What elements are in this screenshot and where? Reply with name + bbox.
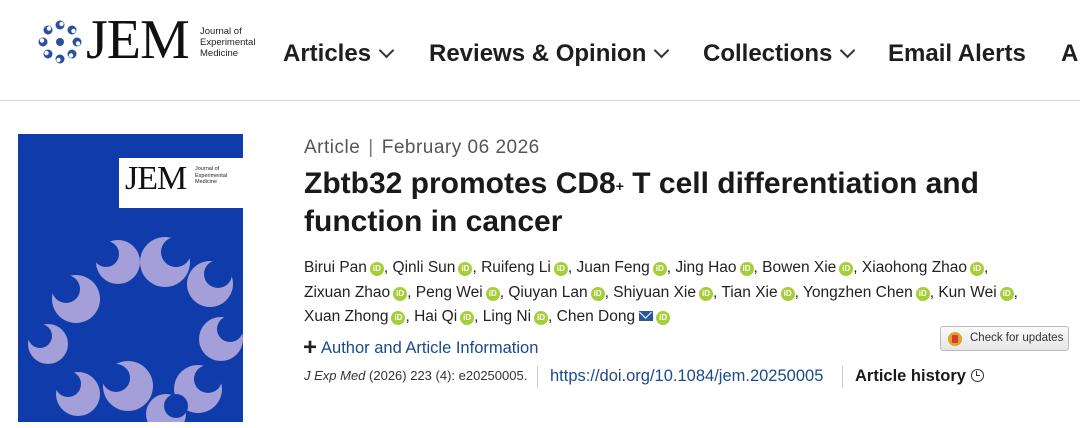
nav-reviews-opinion[interactable]: Reviews & Opinion <box>429 40 670 68</box>
plus-icon: + <box>303 334 318 361</box>
author-name[interactable]: Ruifeng Li iD <box>481 259 568 276</box>
author-name[interactable]: Peng Wei iD <box>416 284 500 301</box>
jem-logo[interactable]: JEM Journal of Experimental Medicine <box>38 9 268 74</box>
orcid-icon[interactable]: iD <box>698 286 713 301</box>
orcid-icon[interactable]: iD <box>485 286 500 301</box>
author-name[interactable]: Birui Pan iD <box>304 259 384 276</box>
author-article-info-toggle[interactable]: + Author and Article Information <box>303 332 538 361</box>
chevron-down-icon <box>840 42 856 59</box>
article-history-button[interactable]: Article history <box>855 367 966 386</box>
check-for-updates-button[interactable]: Check for updates <box>940 326 1069 351</box>
author-name[interactable]: Bowen Xie iD <box>762 259 854 276</box>
divider <box>842 366 843 388</box>
article-title: Zbtb32 promotes CD8+ T cell differentiat… <box>304 167 979 238</box>
author-name[interactable]: Kun Wei iD <box>938 284 1014 301</box>
author-list: Birui Pan iD, Qinli Sun iD, Ruifeng Li iD, … <box>304 259 1018 325</box>
orcid-icon[interactable]: iD <box>458 262 473 276</box>
author-name[interactable]: Yongzhen Chen iD <box>803 284 930 301</box>
history-clock-icon <box>971 369 984 382</box>
orcid-icon[interactable]: iD <box>739 262 754 276</box>
chevron-down-icon <box>654 42 670 59</box>
logo-wordmark: JEM <box>86 9 190 71</box>
nav-more[interactable]: A <box>1061 40 1078 68</box>
orcid-icon[interactable]: iD <box>391 311 406 325</box>
jem-logo-mark-icon <box>38 20 82 64</box>
email-icon[interactable] <box>639 311 654 321</box>
orcid-icon[interactable]: iD <box>839 262 854 276</box>
orcid-icon[interactable]: iD <box>369 262 384 276</box>
author-name[interactable]: Xiaohong Zhao iD <box>862 259 985 276</box>
orcid-icon[interactable]: iD <box>553 262 568 276</box>
publication-date: February 06 2026 <box>381 137 540 158</box>
orcid-icon[interactable]: iD <box>393 286 408 301</box>
orcid-icon[interactable]: iD <box>970 262 985 276</box>
chevron-down-icon <box>378 42 395 59</box>
meta-separator: | <box>368 137 374 158</box>
article-meta: Article | February 06 2026 <box>304 137 540 159</box>
cover-logo-box: JEM Journal of Experimental Medicine <box>119 158 243 208</box>
orcid-icon[interactable]: iD <box>534 311 549 325</box>
orcid-icon[interactable]: iD <box>460 311 475 325</box>
author-name[interactable]: Tian Xie iD <box>721 284 795 301</box>
orcid-icon[interactable]: iD <box>656 311 671 325</box>
nav-email-alerts[interactable]: Email Alerts <box>888 40 1026 68</box>
author-name[interactable]: Xuan Zhong iD <box>304 308 406 325</box>
journal-cover-image[interactable]: JEM Journal of Experimental Medicine <box>18 134 243 422</box>
author-name[interactable]: Ling Ni iD <box>483 308 549 325</box>
crossmark-icon <box>948 332 962 346</box>
orcid-icon[interactable]: iD <box>915 286 930 301</box>
orcid-icon[interactable]: iD <box>999 286 1014 301</box>
author-name[interactable]: Juan Feng iD <box>576 259 667 276</box>
orcid-icon[interactable]: iD <box>780 286 795 301</box>
author-name[interactable]: Chen Dong iD <box>557 308 671 325</box>
cover-wordmark: JEM <box>125 160 187 197</box>
nav-articles[interactable]: Articles <box>283 40 395 68</box>
citation: J Exp Med (2026) 223 (4): e20250005. <box>304 368 528 383</box>
check-for-updates-label: Check for updates <box>970 332 1064 344</box>
logo-subtitle: Journal of Experimental Medicine <box>200 26 256 59</box>
author-name[interactable]: Zixuan Zhao iD <box>304 284 408 301</box>
divider <box>537 366 538 388</box>
article-type: Article <box>304 137 361 158</box>
author-name[interactable]: Jing Hao iD <box>675 259 754 276</box>
cover-subtitle: Journal of Experimental Medicine <box>195 166 228 185</box>
doi-link[interactable]: https://doi.org/10.1084/jem.20250005 <box>550 367 823 386</box>
author-name[interactable]: Hai Qi iD <box>414 308 475 325</box>
author-name[interactable]: Shiyuan Xie iD <box>613 284 713 301</box>
author-name[interactable]: Qiuyan Lan iD <box>508 284 605 301</box>
nav-collections[interactable]: Collections <box>703 40 856 68</box>
orcid-icon[interactable]: iD <box>652 262 667 276</box>
top-navigation: JEM Journal of Experimental Medicine Art… <box>0 0 1080 101</box>
orcid-icon[interactable]: iD <box>590 286 605 301</box>
author-name[interactable]: Qinli Sun iD <box>393 259 473 276</box>
